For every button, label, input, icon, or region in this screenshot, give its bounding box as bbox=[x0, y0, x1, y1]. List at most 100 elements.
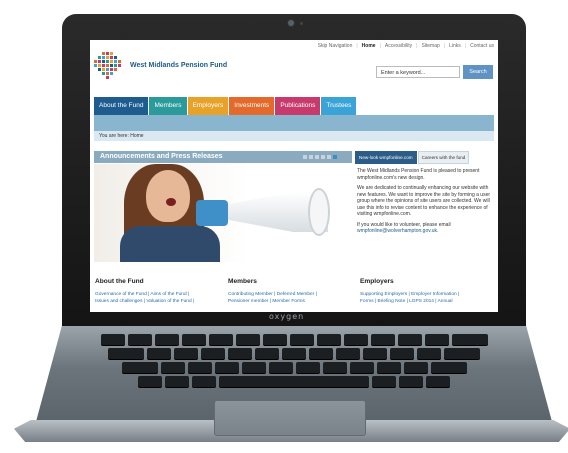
key[interactable] bbox=[181, 334, 206, 345]
tab-trustees[interactable]: Trustees bbox=[321, 97, 357, 115]
key[interactable] bbox=[451, 334, 488, 345]
top-link-contact-us[interactable]: Contact us bbox=[470, 43, 494, 49]
trackpad[interactable] bbox=[214, 400, 366, 436]
key[interactable] bbox=[399, 376, 423, 387]
key[interactable] bbox=[100, 334, 125, 345]
logo-text[interactable]: West Midlands Pension Fund bbox=[130, 62, 227, 69]
key[interactable] bbox=[289, 334, 314, 345]
key[interactable] bbox=[363, 348, 387, 359]
volunteer-email-link[interactable]: wmpfonline@wolverhampton.gov.uk. bbox=[357, 228, 438, 234]
key[interactable] bbox=[390, 348, 414, 359]
logo-mosaic-icon[interactable] bbox=[94, 52, 124, 82]
side-paragraph-text: If you would like to volunteer, please e… bbox=[357, 221, 451, 228]
column-links[interactable]: Issues and challenges | Valuation of the… bbox=[95, 298, 223, 305]
key[interactable] bbox=[201, 348, 225, 359]
top-link-links[interactable]: Links bbox=[449, 43, 461, 49]
key[interactable] bbox=[349, 362, 374, 373]
key[interactable] bbox=[403, 362, 428, 373]
key[interactable] bbox=[295, 362, 320, 373]
key-row bbox=[84, 376, 504, 387]
top-link-home[interactable]: Home bbox=[362, 43, 376, 49]
key[interactable] bbox=[228, 348, 252, 359]
key[interactable] bbox=[430, 362, 467, 373]
key[interactable] bbox=[282, 348, 306, 359]
key[interactable] bbox=[174, 348, 198, 359]
column-links[interactable]: Governance of the Fund | Aims of the Fun… bbox=[95, 291, 223, 298]
key[interactable] bbox=[397, 334, 422, 345]
carousel-dot[interactable] bbox=[315, 155, 319, 159]
key-row bbox=[84, 334, 504, 345]
tab-members[interactable]: Members bbox=[149, 97, 187, 115]
carousel-dot[interactable] bbox=[309, 155, 313, 159]
key[interactable] bbox=[343, 334, 368, 345]
key[interactable] bbox=[268, 362, 293, 373]
key[interactable] bbox=[316, 334, 341, 345]
main-navigation: About the Fund Members Employers Investm… bbox=[94, 97, 357, 115]
carousel-pager bbox=[303, 155, 337, 159]
key[interactable] bbox=[370, 334, 395, 345]
key[interactable] bbox=[322, 362, 347, 373]
tab-employers[interactable]: Employers bbox=[187, 97, 229, 115]
side-paragraph: We are dedicated to continually enhancin… bbox=[357, 185, 491, 217]
hero-body bbox=[120, 226, 220, 262]
search-input[interactable]: Enter a keyword... bbox=[376, 66, 460, 78]
column-members: Members Contributing Member | Deferred M… bbox=[228, 278, 356, 305]
column-links[interactable]: Contributing Member | Deferred Member | bbox=[228, 291, 356, 298]
key[interactable] bbox=[417, 348, 441, 359]
key[interactable] bbox=[208, 334, 233, 345]
tab-about-the-fund[interactable]: About the Fund bbox=[94, 97, 149, 115]
side-panel-text: The West Midlands Pension Fund is please… bbox=[357, 168, 493, 239]
breadcrumb: You are here: Home bbox=[94, 131, 494, 141]
column-links[interactable]: Supporting Employers | Employer Informat… bbox=[360, 291, 488, 298]
key[interactable] bbox=[108, 348, 144, 359]
top-link-sitemap[interactable]: Sitemap bbox=[421, 43, 439, 49]
key[interactable] bbox=[336, 348, 360, 359]
top-link-accessibility[interactable]: Accessibility bbox=[385, 43, 412, 49]
key[interactable] bbox=[138, 376, 162, 387]
key[interactable] bbox=[426, 376, 450, 387]
side-tabs: New-look wmpfonline.com Careers with the… bbox=[355, 151, 470, 164]
megaphone-handle bbox=[196, 200, 228, 226]
key[interactable] bbox=[255, 348, 279, 359]
carousel-dot-active[interactable] bbox=[333, 155, 337, 159]
separator: | bbox=[356, 43, 358, 49]
carousel-dot[interactable] bbox=[303, 155, 307, 159]
key[interactable] bbox=[154, 334, 179, 345]
column-links[interactable]: Forms | Briefing Note | LGPS 2014 | Annu… bbox=[360, 298, 488, 305]
key[interactable] bbox=[121, 362, 158, 373]
key[interactable] bbox=[187, 362, 212, 373]
key[interactable] bbox=[262, 334, 287, 345]
column-employers: Employers Supporting Employers | Employe… bbox=[360, 278, 488, 305]
carousel-dot[interactable] bbox=[327, 155, 331, 159]
subnav-bar bbox=[94, 115, 494, 131]
key[interactable] bbox=[372, 376, 396, 387]
key[interactable] bbox=[127, 334, 152, 345]
side-tab-careers[interactable]: Careers with the fund bbox=[417, 151, 470, 164]
tab-investments[interactable]: Investments bbox=[229, 97, 275, 115]
key-row bbox=[84, 362, 504, 373]
key[interactable] bbox=[444, 348, 480, 359]
spacebar-key[interactable] bbox=[219, 376, 369, 387]
key[interactable] bbox=[235, 334, 260, 345]
search-button[interactable]: Search bbox=[463, 65, 493, 79]
side-paragraph: If you would like to volunteer, please e… bbox=[357, 222, 493, 235]
tab-publications[interactable]: Publications bbox=[275, 97, 321, 115]
key[interactable] bbox=[165, 376, 189, 387]
key[interactable] bbox=[424, 334, 449, 345]
key[interactable] bbox=[309, 348, 333, 359]
key[interactable] bbox=[376, 362, 401, 373]
website: Skip Navigation | Home | Accessibility |… bbox=[90, 40, 498, 312]
column-links[interactable]: Pensioner member | Member Forms bbox=[228, 298, 356, 305]
key[interactable] bbox=[192, 376, 216, 387]
key[interactable] bbox=[241, 362, 266, 373]
key[interactable] bbox=[160, 362, 185, 373]
key[interactable] bbox=[147, 348, 171, 359]
carousel-dot[interactable] bbox=[321, 155, 325, 159]
top-navigation: Skip Navigation | Home | Accessibility |… bbox=[318, 43, 494, 49]
key[interactable] bbox=[214, 362, 239, 373]
side-tab-new-look[interactable]: New-look wmpfonline.com bbox=[355, 151, 417, 164]
webcam-light bbox=[300, 22, 303, 25]
hero-image-woman-megaphone[interactable] bbox=[94, 164, 352, 262]
top-link-skip-navigation[interactable]: Skip Navigation bbox=[318, 43, 353, 49]
webcam-icon bbox=[288, 20, 294, 26]
